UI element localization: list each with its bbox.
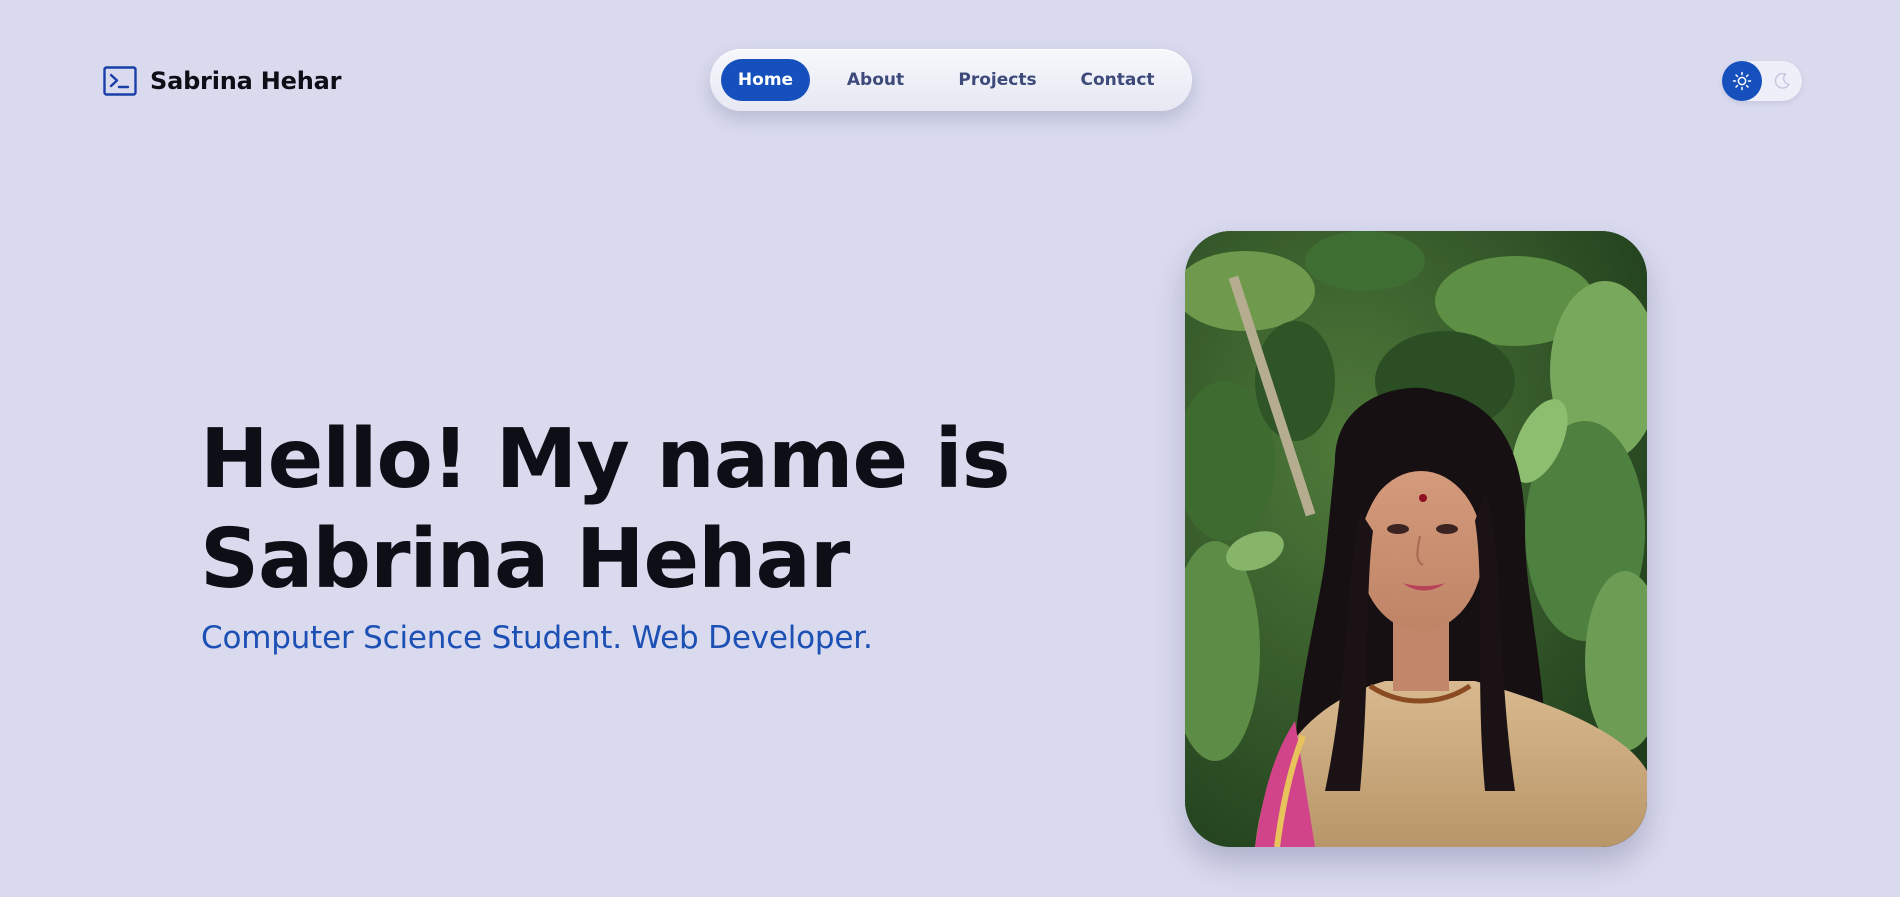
profile-photo-image (1185, 231, 1647, 847)
brand-name: Sabrina Hehar (150, 67, 342, 95)
brand-logo-link[interactable]: Sabrina Hehar (103, 64, 341, 98)
light-mode-option[interactable] (1722, 61, 1762, 101)
nav-projects-link[interactable]: Projects (941, 59, 1054, 101)
hero-title: Hello! My name is Sabrina Hehar (200, 410, 1020, 610)
nav-home-link[interactable]: Home (721, 59, 810, 101)
hero-title-line-1: Hello! My name is (200, 412, 1011, 507)
profile-photo (1185, 231, 1647, 847)
hero-subtitle: Computer Science Student. Web Developer. (201, 620, 873, 656)
main-nav: Home About Projects Contact (710, 49, 1192, 111)
dark-mode-option[interactable] (1762, 61, 1802, 101)
sun-icon (1732, 71, 1752, 91)
moon-icon (1774, 72, 1790, 89)
hero-title-line-2: Sabrina Hehar (200, 512, 850, 607)
nav-about-link[interactable]: About (810, 59, 941, 101)
terminal-icon (103, 66, 137, 96)
theme-toggle[interactable] (1722, 61, 1802, 101)
nav-contact-link[interactable]: Contact (1054, 59, 1181, 101)
